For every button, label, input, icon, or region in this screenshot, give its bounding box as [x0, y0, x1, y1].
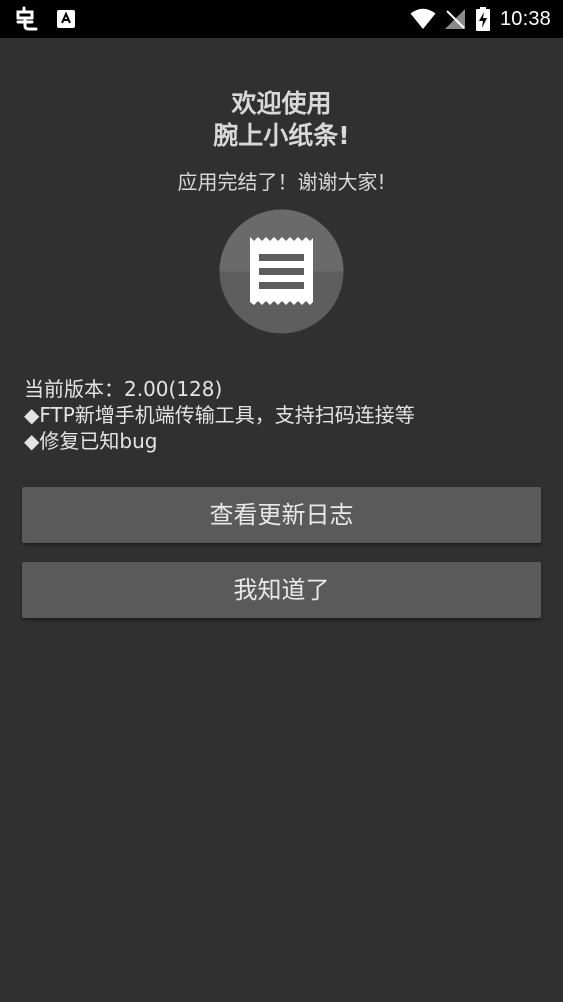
keyboard-a-icon	[57, 10, 75, 28]
battery-charging-icon	[475, 7, 490, 31]
got-it-button[interactable]: 我知道了	[22, 562, 541, 618]
subtitle: 应用完结了！谢谢大家!	[177, 170, 386, 194]
status-bar-left	[14, 6, 76, 32]
receipt-icon	[219, 209, 344, 334]
title-line-1: 欢迎使用	[231, 89, 332, 118]
wifi-icon	[410, 8, 436, 29]
version-info: 当前版本：2.00(128) ◆FTP新增手机端传输工具，支持扫码连接等 ◆修复…	[24, 376, 544, 454]
changelog-item: ◆修复已知bug	[24, 429, 158, 453]
app-notification-icon	[16, 6, 38, 31]
clock: 10:38	[499, 7, 551, 30]
page-title: 欢迎使用 腕上小纸条!	[0, 88, 563, 152]
status-bar-right: 10:38	[410, 6, 551, 32]
version-line: 当前版本：2.00(128)	[24, 377, 223, 401]
view-changelog-button[interactable]: 查看更新日志	[22, 487, 541, 543]
title-line-2: 腕上小纸条!	[213, 121, 350, 150]
changelog-item: ◆FTP新增手机端传输工具，支持扫码连接等	[24, 403, 415, 427]
welcome-dialog: 欢迎使用 腕上小纸条! 应用完结了！谢谢大家! 当前版本：2.00(128) ◆…	[0, 38, 563, 1002]
status-bar: 10:38	[0, 0, 563, 38]
no-signal-icon	[444, 9, 465, 29]
